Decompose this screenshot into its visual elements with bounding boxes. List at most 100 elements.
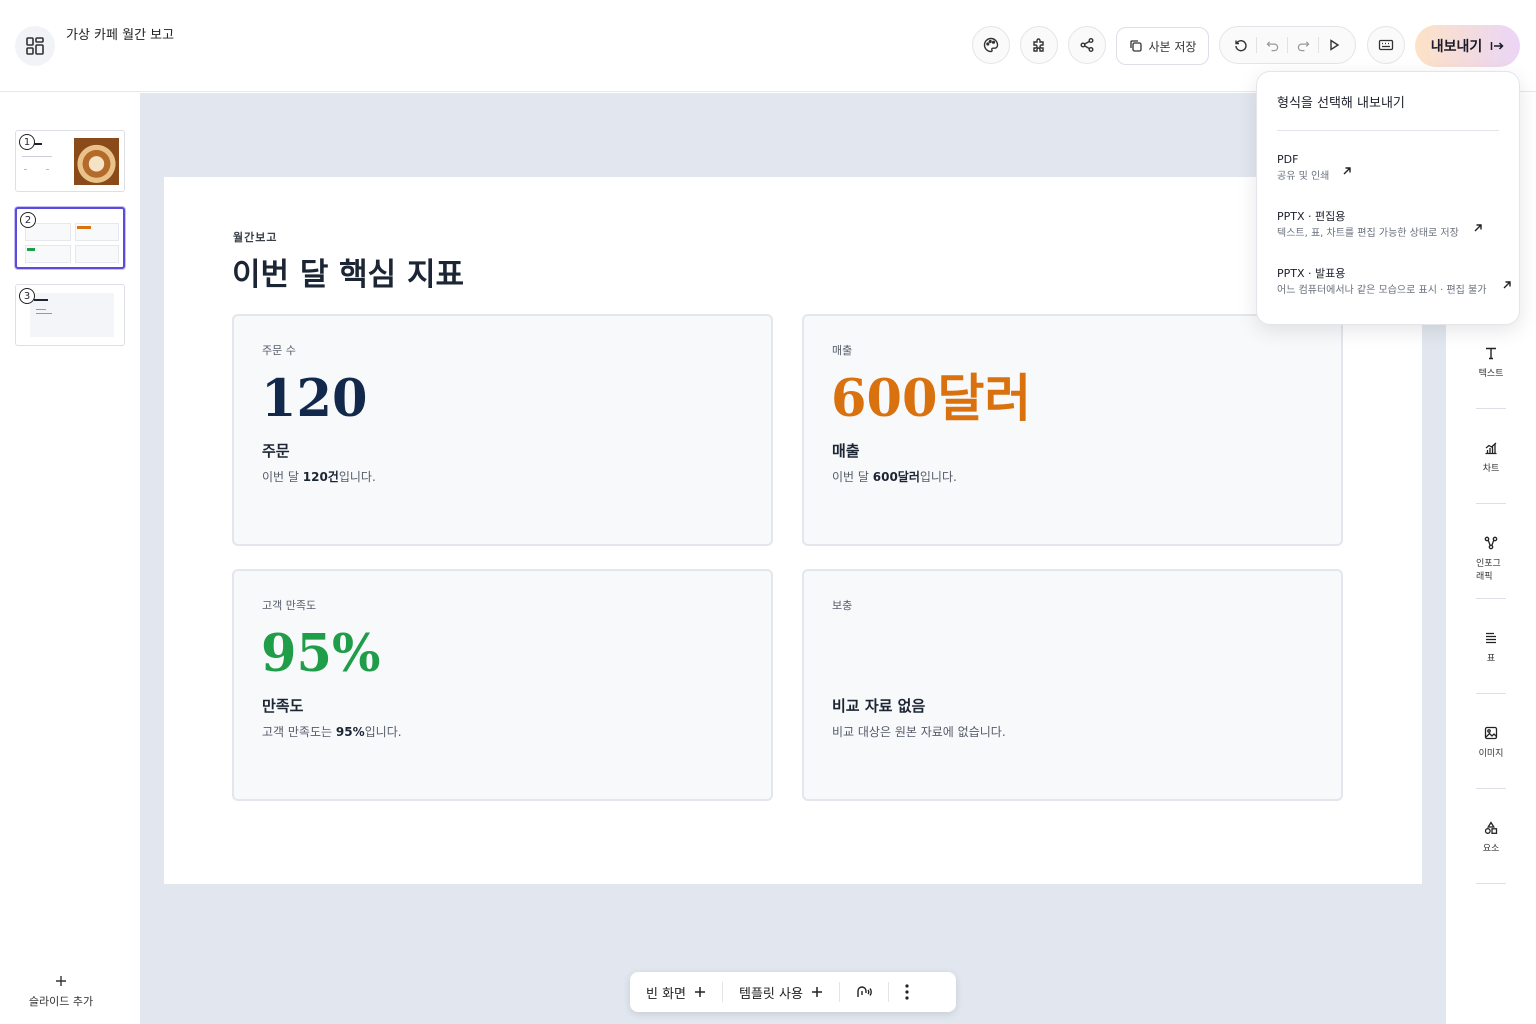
slide-title: 이번 달 핵심 지표 (232, 257, 465, 293)
tool-label: 표 (1486, 654, 1496, 664)
tool-label: 요소 (1482, 844, 1500, 854)
card-value: 95% (261, 624, 381, 684)
undo-button[interactable] (1261, 34, 1283, 56)
rotate-ccw-icon (1235, 40, 1247, 52)
tool-label: 이미지 (1478, 749, 1504, 759)
insert-element-tool[interactable]: 요소 (1476, 821, 1506, 854)
save-copy-button[interactable]: 사본 저장 (1116, 27, 1209, 65)
card-subtitle: 주문 (262, 442, 290, 460)
add-blank-slide-button[interactable]: 빈 화면 (630, 972, 722, 1012)
metric-card-revenue[interactable]: 매출 600달러 매출 이번 달 600달러입니다. (802, 314, 1343, 546)
voice-input-button[interactable] (840, 972, 888, 1012)
history-controls (1219, 26, 1356, 64)
add-slide-button[interactable]: 슬라이드 추가 (0, 960, 122, 1024)
nodes-icon (1484, 536, 1498, 550)
slide-kicker: 월간보고 (233, 231, 278, 244)
export-option-pdf[interactable]: PDF 공유 및 인쇄 (1277, 152, 1329, 186)
undo-icon (1266, 40, 1278, 51)
insert-chart-tool[interactable]: 차트 (1476, 441, 1506, 474)
plus-icon (811, 987, 822, 997)
card-description: 이번 달 600달러입니다. (832, 470, 957, 484)
tool-label: 차트 (1482, 464, 1500, 474)
card-subtitle: 만족도 (262, 697, 304, 715)
plugin-button[interactable] (1020, 26, 1058, 64)
card-label: 주문 수 (262, 344, 296, 357)
slide-thumbnail-3[interactable]: 3 (15, 284, 125, 346)
slide-number: 1 (19, 134, 35, 150)
external-arrow-icon (1503, 281, 1511, 289)
copy-icon (1129, 40, 1142, 52)
slide-number: 3 (19, 288, 35, 304)
option-description: 텍스트, 표, 차트를 편집 가능한 상태로 저장 (1277, 228, 1459, 239)
option-name: PPTX · 발표용 (1277, 267, 1346, 280)
option-description: 공유 및 인쇄 (1277, 171, 1330, 182)
export-label: 내보내기 (1430, 39, 1483, 55)
card-value: 120 (261, 369, 368, 429)
metric-card-satisfaction[interactable]: 고객 만족도 95% 만족도 고객 만족도는 95%입니다. (232, 569, 773, 801)
more-vertical-icon (905, 984, 909, 1000)
theme-palette-button[interactable] (972, 26, 1010, 64)
card-subtitle: 비교 자료 없음 (832, 697, 926, 715)
keyboard-shortcuts-button[interactable] (1367, 26, 1405, 64)
insert-text-tool[interactable]: 텍스트 (1476, 346, 1506, 379)
editor-canvas: 월간보고 이번 달 핵심 지표 주문 수 120 주문 이번 달 120건입니다… (140, 93, 1446, 1024)
tool-label: 인포그래픽 (1476, 559, 1501, 582)
plus-icon (56, 976, 66, 986)
save-copy-label: 사본 저장 (1148, 39, 1197, 54)
keyboard-icon (1378, 39, 1394, 51)
export-option-pptx-editable[interactable]: PPTX · 편집용 텍스트, 표, 차트를 편집 가능한 상태로 저장 (1277, 209, 1459, 243)
play-icon (1330, 39, 1340, 51)
tool-label: 텍스트 (1478, 369, 1504, 379)
slide-thumbnail-1[interactable]: 1 (15, 130, 125, 192)
bottom-toolbar: 빈 화면 템플릿 사용 (630, 972, 956, 1012)
slide-thumbnail-2[interactable]: 2 (15, 207, 125, 269)
card-subtitle: 매출 (832, 442, 860, 460)
palette-icon (983, 37, 999, 53)
option-description: 어느 컴퓨터에서나 같은 모습으로 표시 · 편집 불가 (1277, 285, 1487, 296)
share-button[interactable] (1068, 26, 1106, 64)
card-description: 이번 달 120건입니다. (262, 470, 376, 484)
add-slide-label: 슬라이드 추가 (28, 995, 94, 1008)
metric-card-supplement[interactable]: 보충 비교 자료 없음 비교 대상은 원본 자료에 없습니다. (802, 569, 1343, 801)
template-label: 템플릿 사용 (739, 986, 803, 1002)
plus-icon (695, 987, 706, 997)
redo-button[interactable] (1292, 34, 1314, 56)
insert-infographic-tool[interactable]: 인포그래픽 (1476, 536, 1506, 582)
voice-icon (857, 986, 872, 997)
blank-slide-label: 빈 화면 (646, 986, 687, 1002)
export-format-menu: 형식을 선택해 내보내기 PDF 공유 및 인쇄 PPTX · 편집용 텍스트,… (1256, 71, 1520, 325)
more-options-button[interactable] (889, 972, 925, 1012)
metric-card-orders[interactable]: 주문 수 120 주문 이번 달 120건입니다. (232, 314, 773, 546)
dashboard-icon[interactable] (15, 26, 55, 66)
document-title[interactable]: 가상 카페 월간 보고 (66, 26, 176, 46)
card-value: 600달러 (831, 369, 1032, 429)
card-label: 보충 (832, 599, 853, 612)
insert-toolbar: 텍스트 차트 인포그래픽 표 이미지 요소 (1446, 324, 1536, 1024)
table-icon (1486, 632, 1496, 644)
card-description: 비교 대상은 원본 자료에 없습니다. (832, 725, 1006, 739)
share-icon (1080, 38, 1094, 52)
external-arrow-icon (1474, 224, 1482, 232)
card-label: 고객 만족도 (262, 599, 317, 612)
card-description: 고객 만족도는 95%입니다. (262, 725, 402, 739)
slide-number: 2 (20, 212, 36, 228)
card-label: 매출 (832, 344, 853, 357)
insert-table-tool[interactable]: 표 (1476, 631, 1506, 664)
insert-image-tool[interactable]: 이미지 (1476, 726, 1506, 759)
slide-thumbnail-panel: 1 2 3 슬라이드 추가 (0, 110, 140, 1024)
export-menu-title: 형식을 선택해 내보내기 (1277, 96, 1405, 111)
image-icon (1484, 726, 1498, 740)
option-name: PPTX · 편집용 (1277, 210, 1346, 223)
latte-art-thumbnail-image (74, 138, 119, 185)
export-option-pptx-presentation[interactable]: PPTX · 발표용 어느 컴퓨터에서나 같은 모습으로 표시 · 편집 불가 (1277, 266, 1486, 300)
play-button[interactable] (1323, 34, 1345, 56)
export-button[interactable]: 내보내기 (1415, 25, 1520, 67)
export-arrow-icon (1491, 42, 1504, 50)
reset-button[interactable] (1230, 34, 1252, 56)
current-slide[interactable]: 월간보고 이번 달 핵심 지표 주문 수 120 주문 이번 달 120건입니다… (164, 177, 1422, 884)
shapes-icon (1484, 821, 1498, 834)
option-name: PDF (1277, 153, 1299, 166)
external-arrow-icon (1343, 167, 1351, 175)
use-template-button[interactable]: 템플릿 사용 (723, 972, 839, 1012)
text-icon (1486, 347, 1496, 360)
